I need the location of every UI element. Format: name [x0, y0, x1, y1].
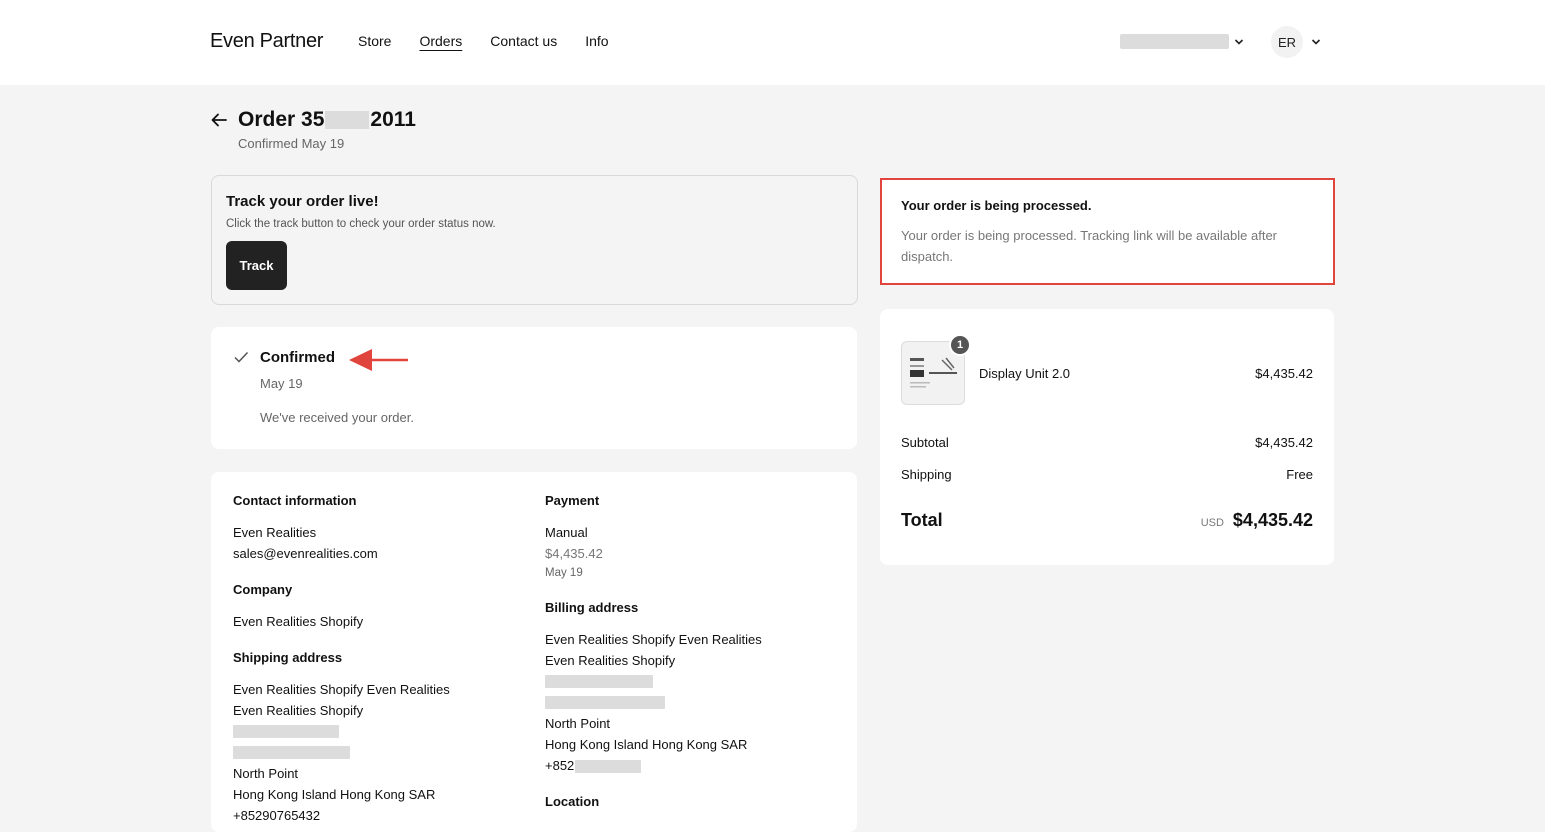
processing-title: Your order is being processed. [901, 198, 1092, 213]
status-message: We've received your order. [260, 410, 414, 425]
redacted-phone [575, 760, 642, 774]
order-title-prefix: Order 35 [238, 108, 325, 131]
redacted-order-number [325, 111, 370, 129]
contact-name: Even Realities [233, 525, 317, 540]
processing-notice-card: Your order is being processed. Your orde… [880, 178, 1335, 285]
redacted-address-line [545, 675, 653, 688]
contact-heading: Contact information [233, 493, 357, 508]
billing-heading: Billing address [545, 600, 639, 615]
total-row: Total USD $4,435.42 [901, 510, 1313, 531]
subtotal-value: $4,435.42 [1255, 435, 1313, 450]
track-order-card: Track your order live! Click the track b… [211, 175, 858, 305]
details-right-column: Payment Manual $4,435.42 May 19 Billing … [545, 493, 762, 823]
billing-line1: Even Realities Shopify Even Realities [545, 632, 762, 647]
order-title-suffix: 2011 [370, 108, 416, 131]
chevron-down-icon[interactable] [1234, 37, 1244, 47]
contact-email: sales@evenrealities.com [233, 546, 378, 561]
nav-info[interactable]: Info [585, 33, 608, 49]
shipping-line2: Even Realities Shopify [233, 703, 364, 718]
track-button[interactable]: Track [226, 241, 287, 290]
track-title: Track your order live! [226, 193, 379, 210]
page-title: Order 35 2011 [238, 108, 416, 132]
status-date: May 19 [260, 376, 303, 391]
order-summary-card: Display Unit 2.0 $4,435.42 Subtotal $4,4… [880, 309, 1334, 565]
nav-contact-us[interactable]: Contact us [490, 33, 557, 49]
processing-message: Your order is being processed. Tracking … [901, 228, 1277, 264]
redacted-address-line [233, 725, 339, 738]
check-icon [234, 351, 249, 363]
order-status-card: Confirmed May 19 We've received your ord… [211, 327, 857, 449]
total-value: $4,435.42 [1232, 510, 1313, 530]
shipping-phone: +85290765432 [233, 808, 321, 823]
top-navigation-bar: Even Partner Store Orders Contact us Inf… [0, 0, 1545, 85]
billing-phone-prefix: +852 [545, 758, 575, 773]
quantity-badge: 1 [949, 334, 971, 356]
shipping-row: Shipping Free [901, 467, 1313, 482]
payment-method: Manual [545, 525, 588, 540]
nav-store[interactable]: Store [358, 33, 391, 49]
avatar[interactable]: ER [1271, 26, 1303, 58]
shipping-line4: Hong Kong Island Hong Kong SAR [233, 787, 436, 802]
back-arrow-icon[interactable] [209, 110, 229, 130]
billing-line4: Hong Kong Island Hong Kong SAR [545, 737, 748, 752]
currency-code: USD [1200, 517, 1224, 529]
total-amount-group: USD $4,435.42 [1201, 510, 1313, 531]
order-details-card: Contact information Even Realities sales… [211, 472, 857, 832]
chevron-down-icon[interactable] [1311, 37, 1321, 47]
nav-orders[interactable]: Orders [419, 33, 462, 49]
subtotal-row: Subtotal $4,435.42 [901, 435, 1313, 450]
location-heading: Location [545, 794, 600, 809]
company-name: Even Realities Shopify [233, 614, 364, 629]
shipping-label: Shipping [901, 467, 952, 482]
total-label: Total [901, 510, 943, 530]
shipping-line1: Even Realities Shopify Even Realities [233, 682, 450, 697]
track-description: Click the track button to check your ord… [226, 218, 496, 230]
payment-date: May 19 [545, 567, 583, 579]
shipping-value: Free [1286, 467, 1313, 482]
company-heading: Company [233, 582, 293, 597]
order-subtitle: Confirmed May 19 [238, 136, 345, 151]
billing-line2: Even Realities Shopify [545, 653, 676, 668]
main-nav: Store Orders Contact us Info [358, 33, 609, 49]
redacted-address-line [233, 746, 350, 759]
payment-amount: $4,435.42 [545, 546, 603, 561]
brand-logo[interactable]: Even Partner [210, 30, 323, 53]
item-name: Display Unit 2.0 [979, 366, 1071, 381]
shipping-line3: North Point [233, 766, 299, 781]
shipping-heading: Shipping address [233, 650, 343, 665]
redacted-address-line [545, 696, 665, 709]
item-price: $4,435.42 [1255, 366, 1313, 381]
subtotal-label: Subtotal [901, 435, 949, 450]
payment-heading: Payment [545, 493, 600, 508]
status-title: Confirmed [260, 349, 335, 366]
billing-phone: +852 [545, 755, 762, 776]
annotation-arrow-icon [349, 349, 408, 371]
account-selector[interactable] [1120, 34, 1229, 49]
details-left-column: Contact information Even Realities sales… [233, 493, 450, 826]
billing-line3: North Point [545, 716, 611, 731]
